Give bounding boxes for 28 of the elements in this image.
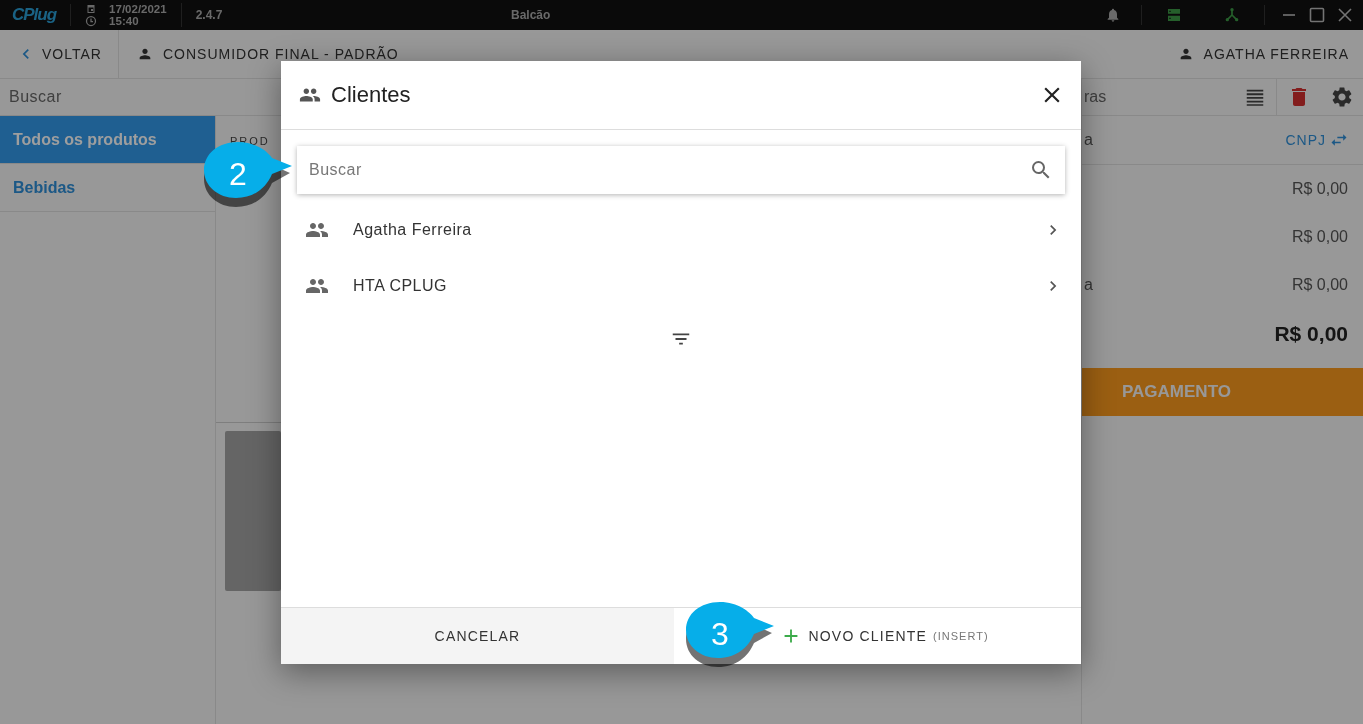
total-amount: R$ 0,00: [1274, 322, 1348, 346]
network-icon[interactable]: [1224, 7, 1240, 23]
window-title: Balcão: [510, 8, 552, 22]
cancel-button[interactable]: CANCELAR: [281, 608, 674, 664]
server-icon[interactable]: [1166, 7, 1182, 23]
close-icon[interactable]: [1337, 7, 1353, 23]
column-header: a: [1084, 131, 1093, 149]
client-item[interactable]: HTA CPLUG: [281, 258, 1081, 314]
search-field[interactable]: Buscar: [297, 146, 1065, 194]
client-item[interactable]: Agatha Ferreira: [281, 202, 1081, 258]
customer-button[interactable]: CONSUMIDOR FINAL - PADRÃO: [118, 30, 1164, 78]
dialog-title: Clientes: [331, 82, 412, 108]
amount-text: R$ 0,00: [1291, 228, 1348, 246]
row-label: a: [1084, 276, 1093, 294]
amount-text: R$ 0,00: [1291, 180, 1348, 198]
version-text: 2.4.7: [194, 8, 224, 22]
app-logo: CPlug: [12, 5, 57, 25]
bell-icon[interactable]: [1105, 7, 1121, 23]
user-button[interactable]: AGATHA FERREIRA: [1163, 30, 1363, 78]
calendar-icon: [85, 3, 98, 15]
amount-text: R$ 0,00: [1291, 276, 1348, 294]
time-text: 15:40: [109, 15, 140, 27]
search-field[interactable]: ras: [1082, 88, 1233, 106]
back-button[interactable]: VOLTAR: [0, 30, 119, 78]
maximize-icon[interactable]: [1309, 7, 1325, 23]
clock-icon: [85, 15, 98, 27]
date-text: 17/02/2021: [109, 3, 167, 15]
product-tile[interactable]: [225, 431, 281, 591]
